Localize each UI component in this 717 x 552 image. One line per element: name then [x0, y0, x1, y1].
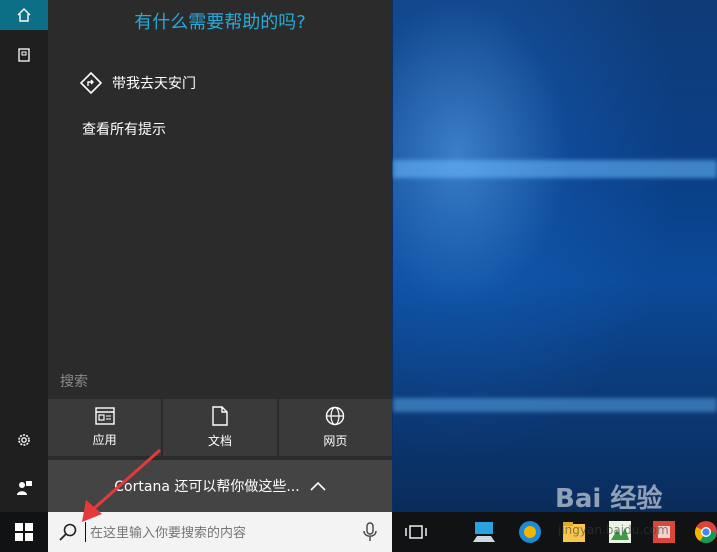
- start-button[interactable]: [0, 512, 48, 552]
- feedback-button[interactable]: [0, 473, 48, 503]
- directions-icon: [80, 72, 102, 94]
- all-tips-link[interactable]: 查看所有提示: [82, 119, 166, 139]
- feedback-icon: [17, 481, 32, 495]
- windows-logo-icon: [15, 523, 33, 541]
- watermark-url: jingyan.baidu.com: [558, 523, 669, 537]
- category-documents-label: 文档: [207, 434, 232, 448]
- settings-icon: [18, 434, 30, 446]
- chrome-button[interactable]: [692, 518, 717, 546]
- suggestion-item[interactable]: 带我去天安门: [80, 72, 196, 94]
- cortana-left-rail: [0, 0, 48, 512]
- notebook-button[interactable]: [0, 40, 48, 70]
- desktop-wallpaper: [393, 0, 717, 512]
- settings-button[interactable]: [0, 425, 48, 455]
- home-icon: [17, 8, 31, 22]
- this-pc-button[interactable]: [470, 518, 498, 546]
- wallpaper-light-beam: [393, 398, 717, 412]
- app-window-icon: [94, 407, 115, 425]
- document-icon: [212, 406, 228, 426]
- chevron-up-icon: [310, 481, 326, 491]
- watermark-brand: Bai 经验: [555, 484, 663, 514]
- blue-app-icon: [519, 521, 541, 543]
- notebook-icon: [18, 48, 30, 62]
- category-documents[interactable]: 文档: [163, 399, 277, 456]
- category-web-label: 网页: [323, 434, 348, 448]
- task-view-button[interactable]: [402, 518, 430, 546]
- chrome-icon: [694, 521, 717, 544]
- suggestion-label: 带我去天安门: [112, 76, 196, 92]
- blue-app-button[interactable]: [516, 518, 544, 546]
- globe-icon: [326, 406, 345, 426]
- annotation-arrow: [82, 448, 161, 522]
- wallpaper-light-beam: [393, 160, 717, 178]
- task-view-icon: [405, 525, 427, 539]
- microphone-icon[interactable]: [363, 522, 377, 542]
- this-pc-icon: [473, 522, 495, 542]
- panel-heading: 有什么需要帮助的吗?: [134, 12, 306, 33]
- cortana-panel: 有什么需要帮助的吗? 带我去天安门 查看所有提示 搜索 应用 文档 网页 Cor…: [48, 0, 392, 512]
- search-section-label: 搜索: [60, 374, 88, 390]
- category-web[interactable]: 网页: [278, 399, 392, 456]
- home-button[interactable]: [0, 0, 48, 30]
